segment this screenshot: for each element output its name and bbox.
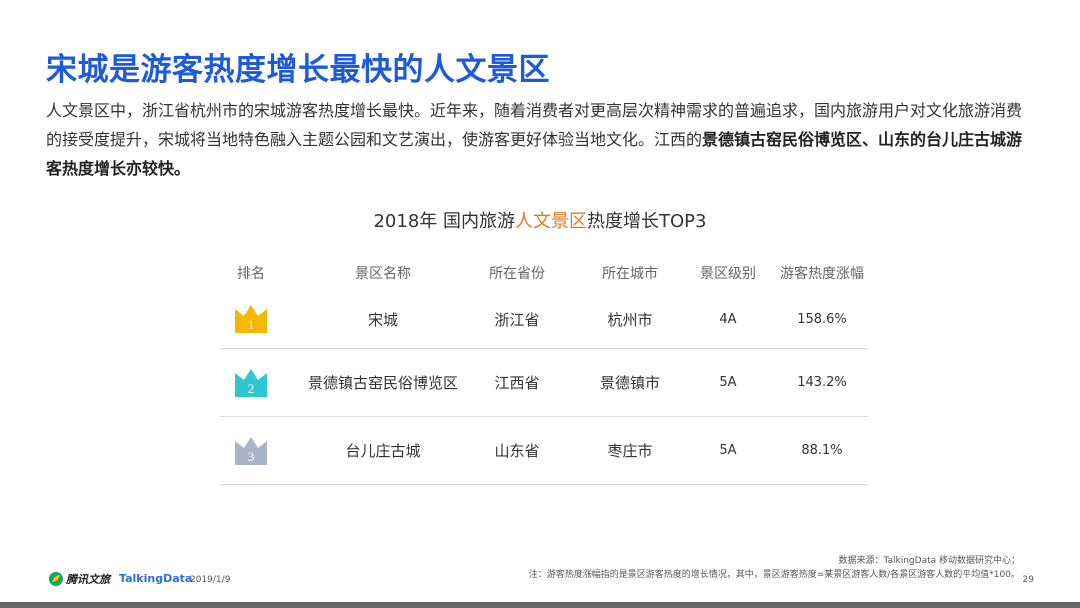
page-number: 29 — [1022, 575, 1034, 585]
site-name: 台儿庄古城 — [345, 442, 421, 460]
rank-cell: 3 — [220, 417, 282, 484]
ranking-table: 排名 景区名称 所在省份 所在城市 景区级别 游客热度涨幅 1 宋城 浙江省 杭… — [220, 256, 868, 485]
city: 枣庄市 — [607, 442, 653, 460]
crown-icon: 2 — [233, 367, 269, 399]
header-level: 景区级别 — [700, 266, 756, 282]
tencent-wenlv-logo: 腾讯文旅 — [48, 571, 110, 587]
growth: 158.6% — [797, 311, 847, 327]
city: 景德镇市 — [599, 374, 660, 392]
province: 浙江省 — [494, 310, 540, 329]
level: 5A — [719, 443, 737, 458]
crown-icon: 1 — [233, 303, 269, 335]
rank-number: 1 — [247, 317, 255, 332]
bottom-bar — [0, 602, 1080, 608]
level: 5A — [719, 375, 737, 390]
report-date: 2019/1/9 — [190, 575, 231, 585]
header-rank: 排名 — [237, 266, 265, 282]
page-title: 宋城是游客热度增长最快的人文景区 — [46, 52, 550, 88]
table-row: 1 宋城 浙江省 杭州市 4A 158.6% — [220, 290, 868, 349]
table-title: 2018年 国内旅游人文景区热度增长TOP3 — [0, 207, 1080, 233]
city: 杭州市 — [607, 310, 653, 329]
level: 4A — [719, 311, 737, 327]
crown-icon: 3 — [233, 435, 269, 467]
table-row: 2 景德镇古窑民俗博览区 江西省 景德镇市 5A 143.2% — [220, 349, 868, 417]
logo1-text: 腾讯文旅 — [66, 573, 110, 586]
header-province: 所在省份 — [489, 266, 545, 282]
rank-cell: 2 — [220, 349, 282, 416]
table-title-prefix: 2018年 国内旅游 — [373, 211, 516, 232]
footnote: 注：游客热度涨幅指的是景区游客热度的增长情况，其中，景区游客热度=某景区游客人数… — [528, 570, 1020, 580]
leaf-icon — [49, 572, 63, 586]
table-title-accent: 人文景区 — [515, 211, 588, 232]
rank-cell: 1 — [220, 290, 282, 348]
province: 山东省 — [494, 442, 540, 460]
data-source: 数据来源：TalkingData 移动数据研究中心； — [838, 556, 1020, 566]
table-title-suffix: 热度增长TOP3 — [587, 211, 707, 232]
table-header: 排名 景区名称 所在省份 所在城市 景区级别 游客热度涨幅 — [220, 256, 868, 290]
talkingdata-logo: TalkingData — [119, 572, 193, 585]
province: 江西省 — [494, 374, 540, 392]
site-name: 宋城 — [367, 310, 398, 329]
site-name: 景德镇古窑民俗博览区 — [307, 374, 458, 392]
growth: 143.2% — [797, 375, 847, 390]
table-row: 3 台儿庄古城 山东省 枣庄市 5A 88.1% — [220, 417, 868, 485]
header-name: 景区名称 — [355, 266, 411, 282]
header-city: 所在城市 — [602, 266, 658, 282]
rank-number: 3 — [247, 448, 255, 464]
growth: 88.1% — [801, 443, 843, 458]
intro-paragraph: 人文景区中，浙江省杭州市的宋城游客热度增长最快。近年来，随着消费者对更高层次精神… — [46, 96, 1036, 183]
rank-number: 2 — [247, 380, 255, 396]
header-growth: 游客热度涨幅 — [780, 266, 864, 282]
